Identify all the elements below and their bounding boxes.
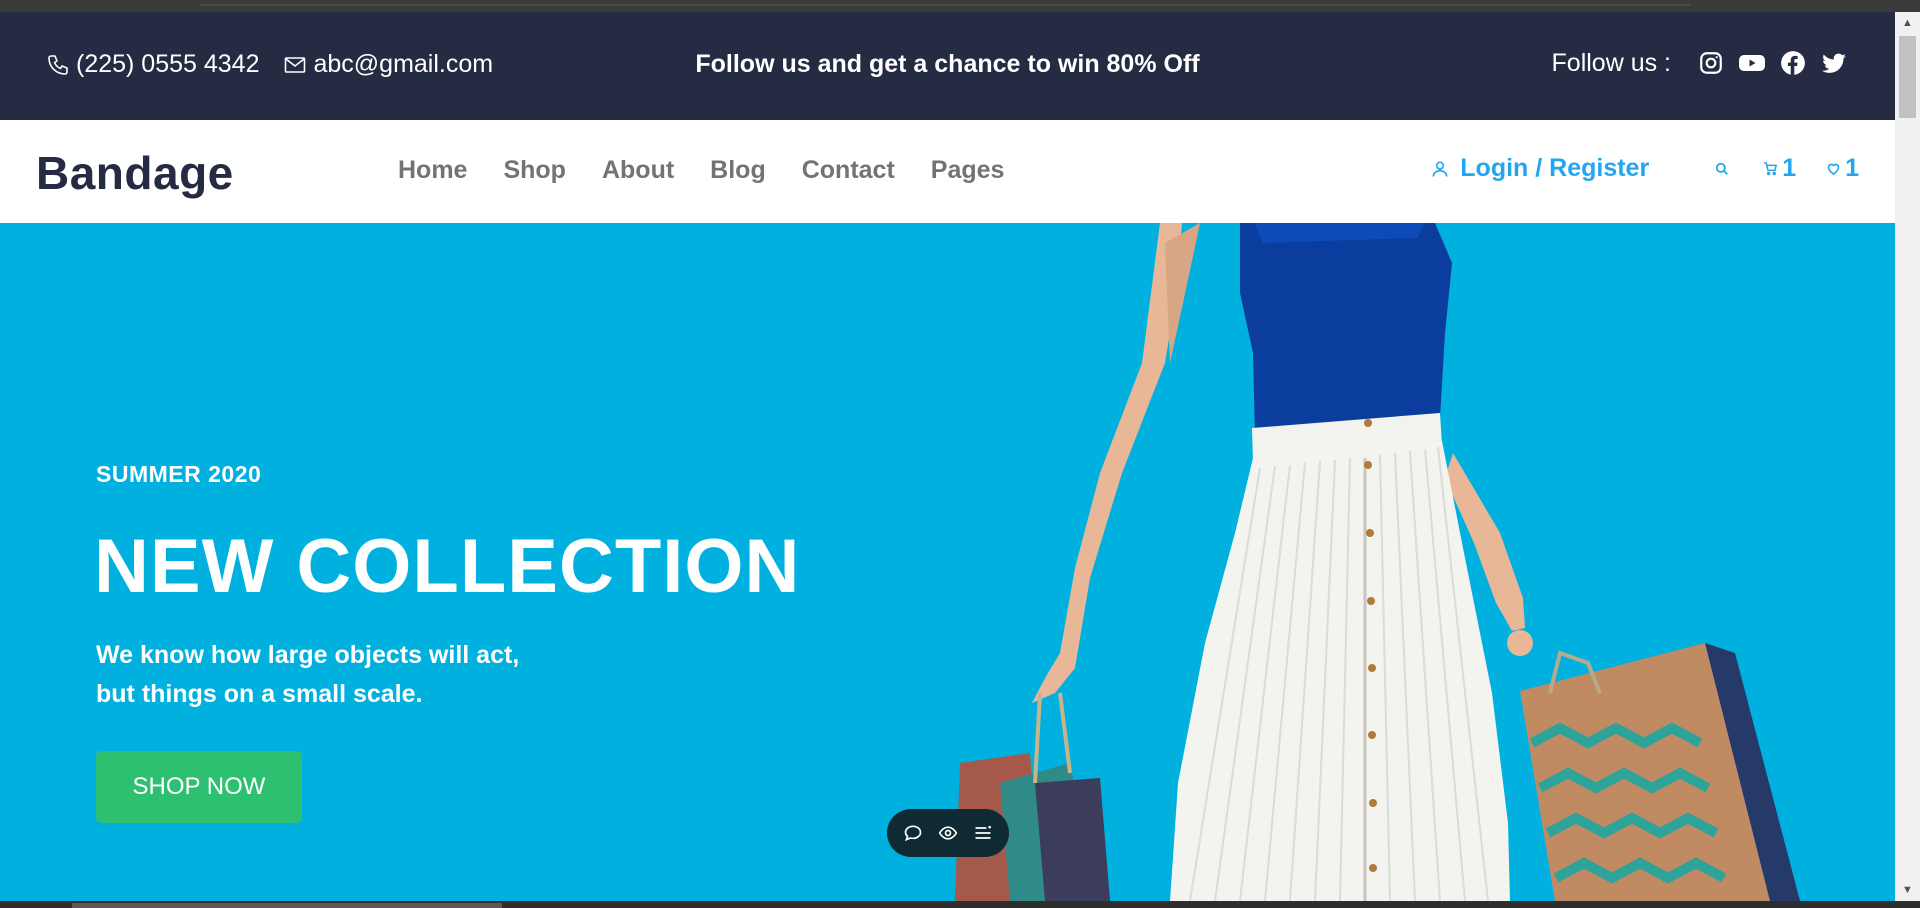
- login-label: Login / Register: [1460, 154, 1650, 182]
- instagram-icon[interactable]: [1696, 48, 1726, 78]
- heart-icon: [1827, 163, 1840, 176]
- page-viewport: (225) 0555 4342 abc@gmail.com Follow us …: [0, 12, 1895, 901]
- cart-icon: [1764, 162, 1778, 176]
- hero-headline: NEW COLLECTION: [94, 524, 801, 609]
- top-bar: (225) 0555 4342 abc@gmail.com Follow us …: [0, 12, 1895, 120]
- brand-logo[interactable]: Bandage: [36, 146, 234, 200]
- nav-link-blog[interactable]: Blog: [710, 156, 766, 185]
- browser-tab-strip: [200, 4, 1690, 6]
- account-actions: Login / Register 1 1: [1430, 154, 1859, 183]
- user-icon: [1432, 161, 1448, 177]
- follow-us: Follow us :: [1552, 48, 1849, 78]
- nav-link-about[interactable]: About: [602, 156, 674, 185]
- hero-season: SUMMER 2020: [96, 461, 262, 487]
- shop-now-button[interactable]: SHOP NOW: [96, 751, 302, 823]
- nav-link-home[interactable]: Home: [398, 156, 467, 185]
- hero-model-image: [955, 223, 1800, 901]
- cart-button[interactable]: 1: [1763, 154, 1796, 183]
- nav-link-shop[interactable]: Shop: [503, 156, 566, 185]
- nav-link-pages[interactable]: Pages: [931, 156, 1005, 185]
- youtube-icon[interactable]: [1737, 48, 1767, 78]
- menu-list-icon[interactable]: [970, 820, 996, 846]
- hero-banner: SUMMER 2020 NEW COLLECTION We know how l…: [0, 223, 1895, 901]
- scroll-down-icon[interactable]: ▼: [1895, 879, 1920, 901]
- comment-icon[interactable]: [900, 820, 926, 846]
- taskbar-item[interactable]: [72, 903, 502, 908]
- wishlist-button[interactable]: 1: [1826, 154, 1859, 183]
- login-register-link[interactable]: Login / Register: [1430, 154, 1649, 183]
- bottom-taskbar: [0, 901, 1920, 908]
- floating-toolbar: [887, 809, 1009, 857]
- page-scrollbar[interactable]: ▲ ▼: [1895, 12, 1920, 901]
- nav-link-contact[interactable]: Contact: [802, 156, 895, 185]
- hero-desc-line-2: but things on a small scale.: [96, 680, 423, 708]
- follow-label: Follow us :: [1551, 48, 1671, 77]
- primary-nav: Home Shop About Blog Contact Pages: [398, 156, 1040, 185]
- search-icon: [1716, 162, 1729, 175]
- facebook-icon[interactable]: [1778, 48, 1808, 78]
- cart-count: 1: [1782, 154, 1797, 182]
- wishlist-count: 1: [1845, 154, 1859, 182]
- browser-top-frame: [0, 0, 1920, 12]
- twitter-icon[interactable]: [1819, 48, 1849, 78]
- eye-icon[interactable]: [935, 820, 961, 846]
- scroll-thumb[interactable]: [1899, 36, 1916, 118]
- scroll-up-icon[interactable]: ▲: [1895, 12, 1920, 34]
- main-navbar: Bandage Home Shop About Blog Contact Pag…: [0, 120, 1895, 223]
- search-button[interactable]: [1715, 162, 1733, 176]
- hero-description: We know how large objects will act, but …: [96, 636, 576, 714]
- hero-desc-line-1: We know how large objects will act,: [96, 641, 520, 669]
